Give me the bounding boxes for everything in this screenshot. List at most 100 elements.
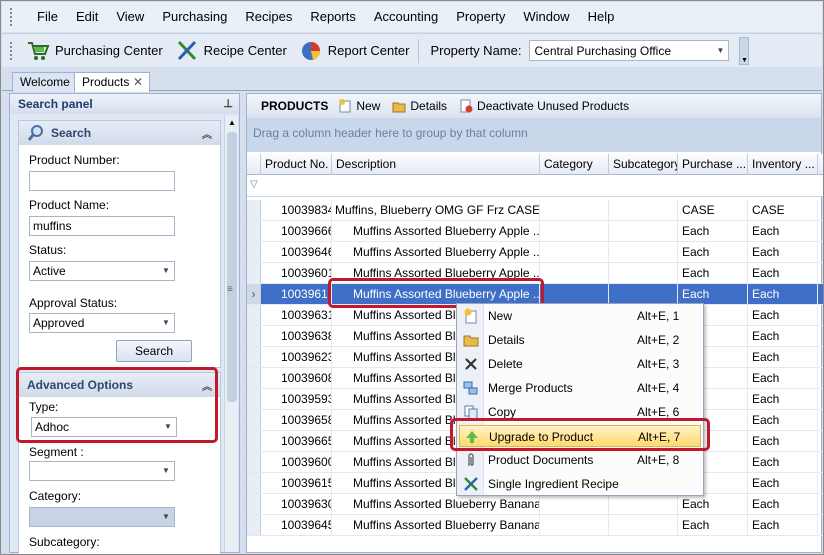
column-description[interactable]: Description [332, 154, 540, 175]
cell-inventory: Each [748, 347, 818, 367]
filter-row[interactable]: ▽ [247, 175, 823, 197]
menu-purchasing[interactable]: Purchasing [153, 6, 236, 28]
category-select[interactable]: ▼ [29, 507, 175, 527]
cell-product-no: 10039623 [261, 347, 332, 367]
cell-purchase: Each [678, 284, 748, 304]
row-indicator [247, 431, 261, 451]
cell-purchase: CASE [678, 200, 748, 220]
cell-product-no: 10039645 [261, 515, 332, 535]
cell-subcategory [609, 242, 678, 262]
table-row[interactable]: 10039646 Muffins Assorted Blueberry Apple… [247, 242, 823, 263]
chevron-down-icon: ▼ [162, 466, 170, 475]
approval-status-label: Approval Status: [29, 296, 118, 310]
group-by-area[interactable]: Drag a column header here to group by th… [247, 118, 821, 152]
pin-icon[interactable]: ⊥ [223, 94, 233, 114]
context-menu-item-details[interactable]: Details Alt+E, 2 [459, 329, 701, 351]
search-button[interactable]: Search [116, 340, 192, 362]
menu-recipes[interactable]: Recipes [236, 6, 301, 28]
subcategory-label: Subcategory: [29, 535, 100, 549]
cell-inventory: CASE [748, 200, 818, 220]
cell-category [540, 200, 609, 220]
cell-inventory: Each [748, 431, 818, 451]
status-select[interactable]: Active ▼ [29, 261, 175, 281]
close-icon[interactable]: ✕ [133, 73, 143, 91]
table-row[interactable]: 10039834 Muffins, Blueberry OMG GF Frz CA… [247, 200, 823, 221]
chevron-down-icon: ▼ [716, 46, 725, 55]
table-row[interactable]: 10039666 Muffins Assorted Blueberry Apple… [247, 221, 823, 242]
pie-chart-icon [299, 39, 323, 63]
scroll-grip-icon: ≡ [227, 284, 233, 295]
menu-bar: File Edit View Purchasing Recipes Report… [2, 2, 822, 32]
column-inventory[interactable]: Inventory ... [748, 154, 818, 175]
context-menu-item-single-ingredient-recipe[interactable]: Single Ingredient Recipe [459, 473, 701, 495]
cell-purchase: Each [678, 263, 748, 283]
context-menu-item-merge-products[interactable]: Merge Products Alt+E, 4 [459, 377, 701, 399]
column-product-no[interactable]: Product No. [261, 154, 332, 175]
context-menu-item-new[interactable]: New Alt+E, 1 [459, 305, 701, 327]
cell-subcategory [609, 515, 678, 535]
filter-icon[interactable]: ▽ [250, 179, 258, 190]
cell-purchase: Each [678, 221, 748, 241]
menu-edit[interactable]: Edit [67, 6, 107, 28]
magnifier-icon [27, 124, 45, 142]
search-panel-scrollbar[interactable]: ▲ ≡ [224, 116, 238, 552]
report-center-button[interactable]: Report Center [293, 37, 416, 65]
menu-help[interactable]: Help [579, 6, 624, 28]
new-button[interactable]: New [338, 99, 380, 113]
menu-accounting[interactable]: Accounting [365, 6, 447, 28]
search-group-header[interactable]: Search ︽ [19, 121, 220, 145]
recipe-center-button[interactable]: Recipe Center [169, 37, 293, 65]
cell-inventory: Each [748, 368, 818, 388]
deactivate-button[interactable]: Deactivate Unused Products [459, 99, 629, 113]
cell-description: Muffins Assorted Blueberry Banana ... [332, 515, 540, 535]
cell-product-no: 10039665 [261, 431, 332, 451]
cell-subcategory [609, 221, 678, 241]
cell-category [540, 494, 609, 514]
context-menu-item-delete[interactable]: Delete Alt+E, 3 [459, 353, 701, 375]
product-number-input[interactable] [29, 171, 175, 191]
property-name-select[interactable]: Central Purchasing Office ▼ [529, 40, 730, 61]
column-purchase[interactable]: Purchase ... [678, 154, 748, 175]
tab-welcome[interactable]: Welcome [12, 72, 78, 92]
chevron-down-icon: ▼ [162, 318, 170, 327]
scrollbar-thumb[interactable] [227, 132, 237, 402]
tab-products[interactable]: Products ✕ [74, 72, 150, 92]
row-indicator [247, 221, 261, 241]
cell-product-no: 10039608 [261, 368, 332, 388]
toolbar-grip-icon [10, 42, 14, 60]
purchasing-center-button[interactable]: Purchasing Center [20, 37, 169, 65]
cell-inventory: Each [748, 305, 818, 325]
deactivate-icon [459, 99, 473, 113]
toolbar-overflow-button[interactable]: ▼ [739, 36, 750, 65]
row-indicator [247, 452, 261, 472]
table-row[interactable]: 10039645 Muffins Assorted Blueberry Banan… [247, 515, 823, 536]
approval-status-select[interactable]: Approved ▼ [29, 313, 175, 333]
menu-reports[interactable]: Reports [301, 6, 365, 28]
context-menu-item-product-documents[interactable]: Product Documents Alt+E, 8 [459, 449, 701, 471]
chevron-down-icon: ▼ [162, 512, 170, 521]
upgrade-item-highlight [450, 418, 710, 451]
menu-window[interactable]: Window [514, 6, 578, 28]
status-label: Status: [29, 243, 67, 257]
search-panel-title: Search panel [18, 97, 93, 111]
menu-file[interactable]: File [28, 6, 67, 28]
menu-property[interactable]: Property [447, 6, 514, 28]
column-category[interactable]: Category [540, 154, 609, 175]
context-menu-shortcut: Alt+E, 1 [637, 309, 680, 323]
row-indicator [247, 494, 261, 514]
table-row[interactable]: 10039630 Muffins Assorted Blueberry Banan… [247, 494, 823, 515]
column-subcategory[interactable]: Subcategory [609, 154, 678, 175]
menu-view[interactable]: View [107, 6, 153, 28]
details-button[interactable]: Details [392, 99, 447, 113]
product-name-input[interactable]: muffins [29, 216, 175, 236]
row-indicator [247, 368, 261, 388]
collapse-icon[interactable]: ︽ [202, 126, 212, 141]
category-label: Category: [29, 489, 82, 503]
context-menu-shortcut: Alt+E, 2 [637, 333, 680, 347]
deactivate-label: Deactivate Unused Products [477, 99, 630, 113]
scroll-up-icon[interactable]: ▲ [228, 118, 236, 127]
cell-category [540, 221, 609, 241]
header-indicator [247, 154, 261, 175]
segment-select[interactable]: ▼ [29, 461, 175, 481]
product-number-label: Product Number: [29, 153, 120, 167]
